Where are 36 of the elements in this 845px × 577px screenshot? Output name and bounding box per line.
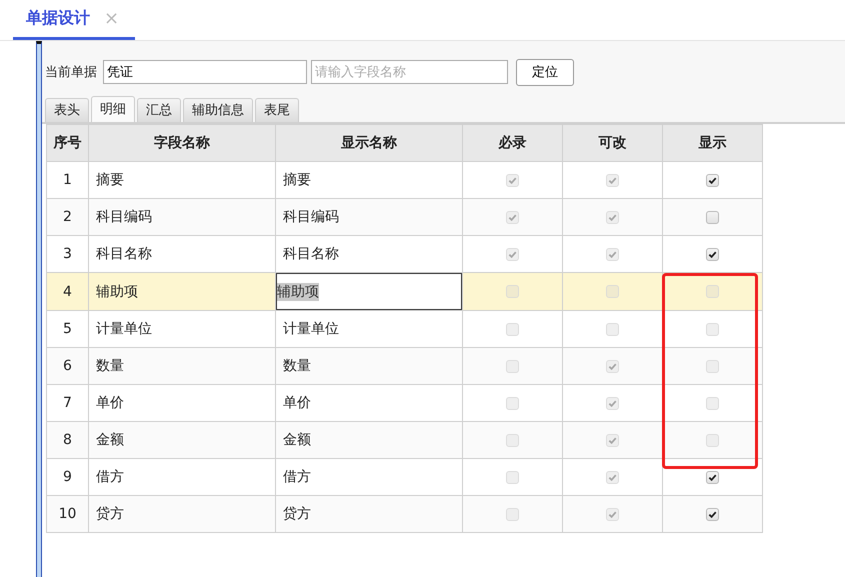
- checkbox[interactable]: [706, 174, 719, 187]
- table-cell: 8: [46, 422, 88, 458]
- table-cell: 金额: [276, 422, 462, 458]
- document-label: 当前单据: [45, 64, 97, 81]
- table-cell: 辅助项: [88, 272, 276, 310]
- tab[interactable]: 辅助信息: [183, 98, 253, 122]
- locate-button[interactable]: 定位: [516, 58, 574, 86]
- tab[interactable]: 明细: [91, 96, 135, 122]
- tab[interactable]: 表头: [45, 98, 89, 122]
- document-field[interactable]: 凭证: [103, 60, 307, 84]
- column-header: 可改: [562, 124, 662, 162]
- column-header: 显示: [662, 124, 762, 162]
- checkbox[interactable]: [706, 470, 719, 484]
- checkbox[interactable]: [706, 248, 719, 261]
- search-field[interactable]: 请输入字段名称: [311, 60, 508, 84]
- table-cell: 科目编码: [88, 198, 276, 236]
- table-cell: 贷方: [88, 496, 276, 532]
- column-header: 序号: [46, 124, 88, 162]
- table-cell: 4: [46, 272, 88, 310]
- table-cell: 科目编码: [276, 198, 462, 236]
- column-header: 显示名称: [276, 124, 462, 162]
- splitter-bar[interactable]: [36, 41, 42, 577]
- table-cell: 数量: [276, 348, 462, 384]
- table-cell: 数量: [88, 348, 276, 384]
- cell-editor[interactable]: 辅助项: [276, 273, 462, 310]
- column-header: 字段名称: [88, 124, 276, 162]
- table-cell: 贷方: [276, 496, 462, 532]
- checkbox[interactable]: [706, 508, 719, 521]
- column-header: 必录: [462, 124, 562, 162]
- table-cell: 6: [46, 348, 88, 384]
- table-cell: 金额: [88, 422, 276, 458]
- tab[interactable]: 汇总: [137, 98, 181, 122]
- table-cell: 10: [46, 496, 88, 532]
- tab[interactable]: 表尾: [255, 98, 299, 122]
- checkbox[interactable]: [706, 210, 719, 224]
- table-cell: 2: [46, 198, 88, 236]
